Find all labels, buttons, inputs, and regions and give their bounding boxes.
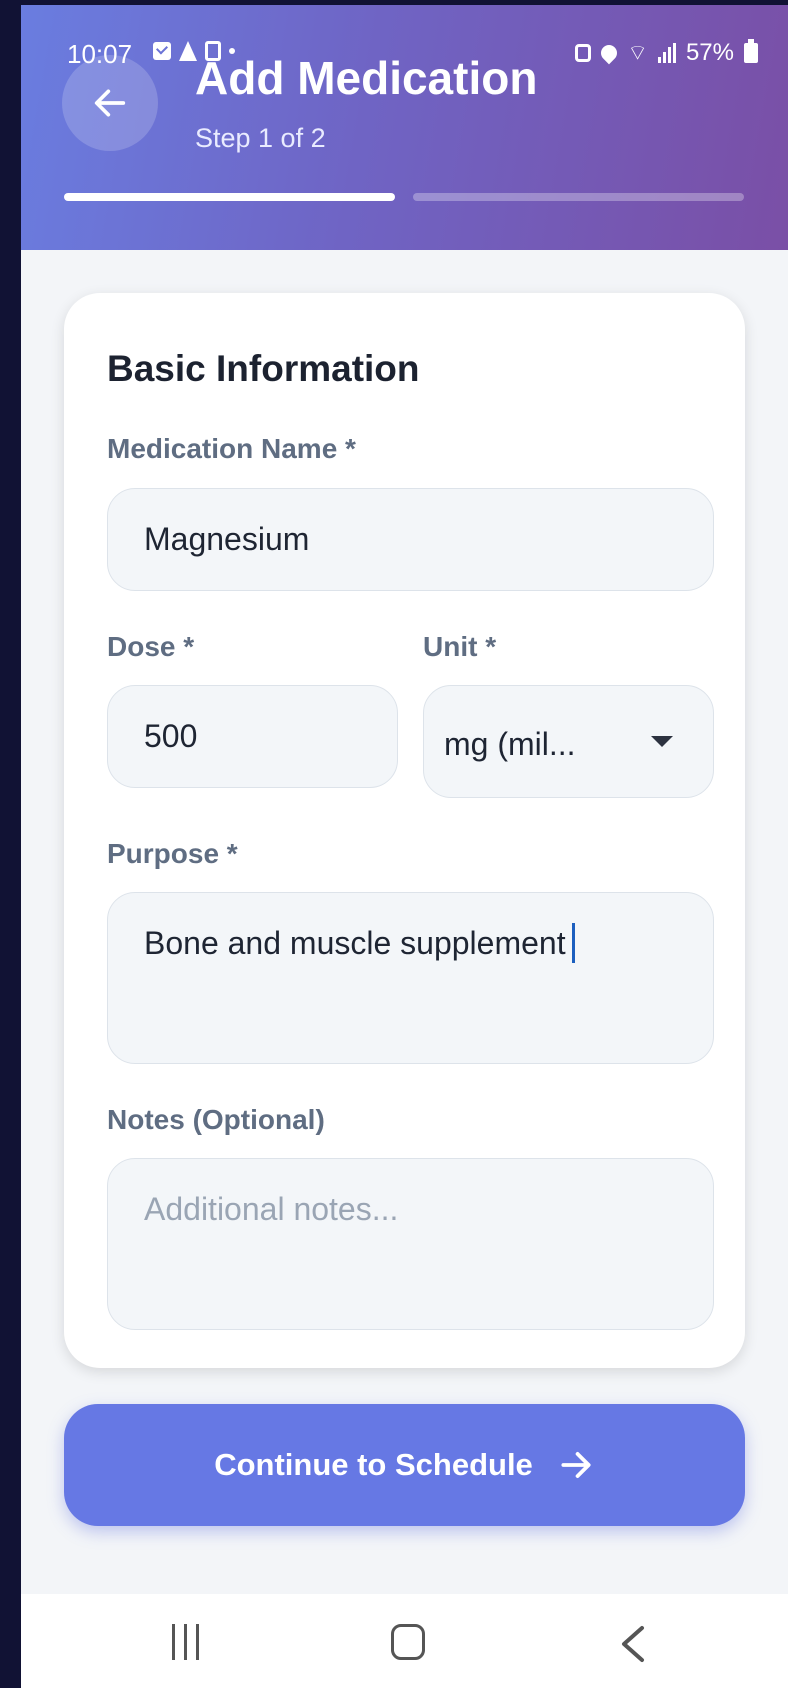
lock-icon [575, 44, 592, 62]
chevron-left-icon [622, 1626, 644, 1662]
status-icons-right: ⌔ 57% [575, 39, 758, 67]
step-indicator: Step 1 of 2 [195, 123, 326, 153]
progress-segment-2 [413, 193, 744, 201]
dropdown-arrow-icon [651, 736, 673, 747]
continue-button-label: Continue to Schedule [214, 1447, 533, 1482]
header: 10:07 ⌔ 57% Add Medication Step 1 of 2 [21, 5, 788, 250]
location-icon [597, 41, 621, 65]
battery-percent: 57% [685, 39, 734, 66]
unit-value: mg (mil... [444, 726, 576, 762]
notes-input[interactable]: Additional notes... [107, 1158, 714, 1330]
continue-button[interactable]: Continue to Schedule [64, 1404, 745, 1526]
app-screen: 10:07 ⌔ 57% Add Medication Step 1 of 2 B… [21, 5, 788, 1688]
card-title: Basic Information [107, 348, 420, 389]
signal-icon [657, 43, 676, 63]
purpose-input[interactable]: Bone and muscle supplement [107, 892, 714, 1064]
dose-input[interactable]: 500 [107, 685, 398, 788]
medication-name-label: Medication Name * [107, 433, 356, 464]
medication-name-value: Magnesium [144, 521, 310, 557]
basic-info-card: Basic Information Medication Name * Magn… [64, 293, 745, 1368]
unit-label: Unit * [423, 631, 497, 662]
notes-label: Notes (Optional) [107, 1104, 325, 1135]
checkbox-icon [153, 42, 171, 60]
purpose-value-wrap: Bone and muscle supplement [144, 922, 575, 966]
recent-apps-button[interactable] [172, 1624, 199, 1660]
dose-label: Dose * [107, 631, 195, 662]
back-button[interactable] [62, 55, 158, 151]
wifi-icon: ⌔ [627, 40, 648, 65]
unit-select[interactable]: mg (mil... [423, 685, 714, 798]
text-caret [571, 922, 575, 963]
step-progress [64, 193, 744, 201]
dose-value: 500 [144, 718, 198, 754]
battery-icon [744, 39, 758, 63]
system-nav-bar [21, 1594, 788, 1688]
progress-segment-1 [64, 193, 395, 201]
arrow-right-icon [561, 1452, 591, 1478]
system-back-button[interactable] [618, 1624, 648, 1669]
home-button[interactable] [391, 1624, 425, 1660]
medication-name-input[interactable]: Magnesium [107, 488, 714, 591]
notes-placeholder: Additional notes... [144, 1191, 399, 1227]
arrow-left-icon [94, 89, 126, 117]
page-title: Add Medication [195, 52, 538, 104]
purpose-label: Purpose * [107, 838, 238, 869]
purpose-value: Bone and muscle supplement [144, 925, 566, 961]
